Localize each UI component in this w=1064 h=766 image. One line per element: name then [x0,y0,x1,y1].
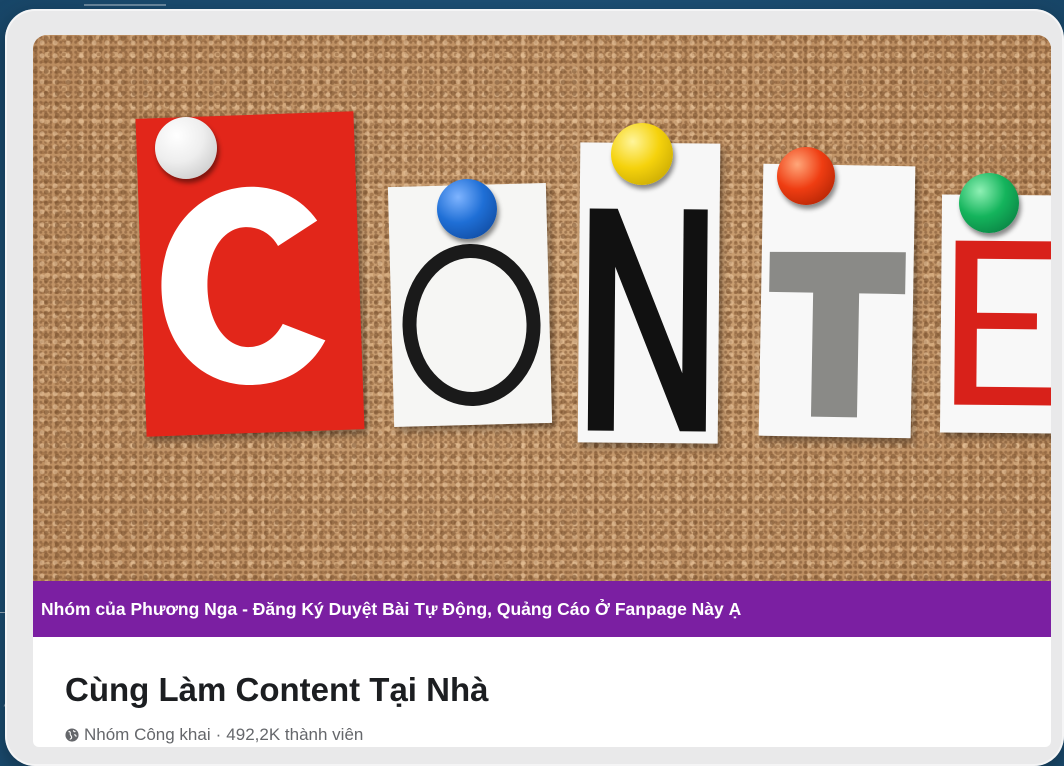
member-count[interactable]: 492,2K thành viên [226,725,363,745]
red-pushpin-icon [777,147,835,205]
group-owner-banner: Nhóm của Phương Nga - Đăng Ký Duyệt Bài … [33,581,1051,637]
letter-n-glyph [587,208,708,432]
group-privacy: Nhóm Công khai [84,725,211,744]
letter-t-glyph [769,251,906,418]
screenshot-frame: C O N [5,9,1064,766]
group-card: C O N [33,35,1051,747]
yellow-pushpin-icon [611,123,673,185]
group-title[interactable]: Cùng Làm Content Tại Nhà [65,671,489,709]
blue-pushpin-icon [437,179,497,239]
group-meta: Nhóm Công khai · 492,2K thành viên [65,725,363,745]
white-pushpin-icon [155,117,217,179]
globe-icon [65,728,79,742]
banner-text: Nhóm của Phương Nga - Đăng Ký Duyệt Bài … [41,598,742,619]
meta-separator: · [215,725,222,744]
green-pushpin-icon [959,173,1019,233]
letter-card-t: T [758,163,916,439]
cover-photo[interactable]: C O N [33,35,1051,581]
letter-card-n: N [577,142,721,444]
